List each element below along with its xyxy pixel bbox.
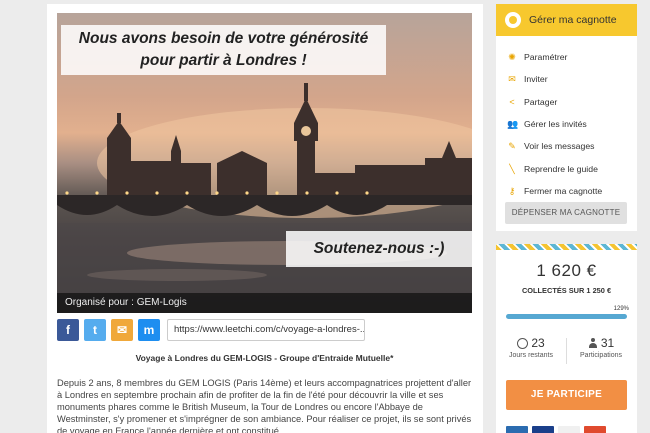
campaign-url-field[interactable]: https://www.leetchi.com/c/voyage-a-londr…	[167, 319, 365, 341]
participants-value: 31	[600, 336, 615, 350]
manage-pot-title: Gérer ma cagnotte	[529, 14, 617, 26]
email-share-button[interactable]: ✉	[111, 319, 133, 341]
menu-item-label: Reprendre le guide	[524, 163, 598, 174]
menu-item-label: Gérer les invités	[524, 119, 587, 130]
manage-menu: ✺ Paramétrer ✉ Inviter < Partager 👥 Gére…	[496, 36, 637, 202]
participants-stat: 31 Participations	[566, 336, 636, 359]
participants-label: Participations	[579, 352, 623, 359]
menu-item-label: Partager	[524, 96, 558, 107]
stats-row: 23 Jours restants 31 Participations	[496, 336, 637, 359]
cover-title-line-2: pour partir à Londres !	[140, 52, 307, 69]
campaign-cover-image: Nous avons besoin de votre générosité po…	[57, 13, 472, 313]
menu-item-label: Voir les messages	[524, 141, 595, 152]
days-remaining-value: 23	[531, 336, 545, 350]
funding-stats-card: 1 620 € COLLECTÉS SUR 1 250 € 129% 23 Jo…	[496, 244, 637, 433]
funding-progress-bar	[506, 314, 627, 319]
key-icon: ⚷	[508, 185, 516, 196]
menu-item-settings[interactable]: ✺ Paramétrer	[496, 46, 637, 68]
participate-button[interactable]: JE PARTICIPE	[506, 380, 627, 410]
users-icon: 👥	[507, 119, 519, 130]
project-description: Depuis 2 ans, 8 membres du GEM LOGIS (Pa…	[57, 378, 472, 433]
cover-title-line-1: Nous avons besoin de votre générosité	[78, 30, 369, 47]
menu-item-label: Paramétrer	[524, 52, 568, 63]
manage-pot-header[interactable]: Gérer ma cagnotte	[496, 4, 637, 36]
menu-item-share[interactable]: < Partager	[496, 91, 637, 113]
person-icon	[588, 338, 598, 348]
card-brand-icon	[558, 426, 580, 433]
progress-fill	[506, 314, 627, 319]
organizer-label: Organisé pour : GEM-Logis	[57, 293, 472, 313]
envelope-icon: ✉	[508, 74, 516, 85]
twitter-icon: t	[93, 323, 97, 337]
twitter-share-button[interactable]: t	[84, 319, 106, 341]
collected-goal-label: COLLECTÉS SUR 1 250 €	[521, 286, 612, 295]
facebook-share-button[interactable]: f	[57, 319, 79, 341]
cover-subtitle-banner: Soutenez-nous :-)	[286, 231, 472, 267]
menu-item-label: Inviter	[524, 74, 548, 85]
envelope-icon: ✉	[116, 323, 128, 337]
cover-title-banner: Nous avons besoin de votre générosité po…	[61, 25, 386, 75]
facebook-icon: f	[66, 323, 70, 337]
decorative-stripe	[496, 244, 637, 250]
pot-icon	[505, 12, 521, 28]
progress-percent: 129%	[613, 306, 629, 312]
card-brand-icon	[506, 426, 528, 433]
visa-icon	[532, 426, 554, 433]
menu-item-messages[interactable]: ✎ Voir les messages	[496, 135, 637, 157]
gear-icon: ✺	[508, 52, 516, 63]
project-title: Voyage à Londres du GEM-LOGIS - Groupe d…	[135, 353, 394, 363]
mastercard-icon	[584, 426, 606, 433]
messenger-share-button[interactable]: m	[138, 319, 160, 341]
menu-item-invite[interactable]: ✉ Inviter	[496, 68, 637, 90]
collected-amount: 1 620 €	[536, 261, 597, 280]
wand-icon: ╲	[509, 163, 515, 174]
share-toolbar: f t ✉ m https://www.leetchi.com/c/voyage…	[57, 319, 365, 341]
menu-item-guide[interactable]: ╲ Reprendre le guide	[496, 157, 637, 179]
menu-item-label: Fermer ma cagnotte	[524, 185, 603, 196]
campaign-panel: Nous avons besoin de votre générosité po…	[47, 4, 483, 433]
manage-pot-card: Gérer ma cagnotte ✺ Paramétrer ✉ Inviter…	[496, 4, 637, 231]
message-icon: ✎	[508, 141, 516, 152]
spend-pot-button[interactable]: DÉPENSER MA CAGNOTTE	[505, 202, 627, 224]
menu-item-manage-guests[interactable]: 👥 Gérer les invités	[496, 113, 637, 135]
payment-methods	[506, 426, 606, 433]
share-icon: <	[509, 96, 515, 107]
days-remaining-label: Jours restants	[509, 352, 553, 359]
messenger-icon: m	[143, 323, 155, 337]
days-remaining-stat: 23 Jours restants	[496, 336, 566, 359]
clock-icon	[517, 337, 529, 349]
menu-item-close-pot[interactable]: ⚷ Fermer ma cagnotte	[496, 180, 637, 202]
